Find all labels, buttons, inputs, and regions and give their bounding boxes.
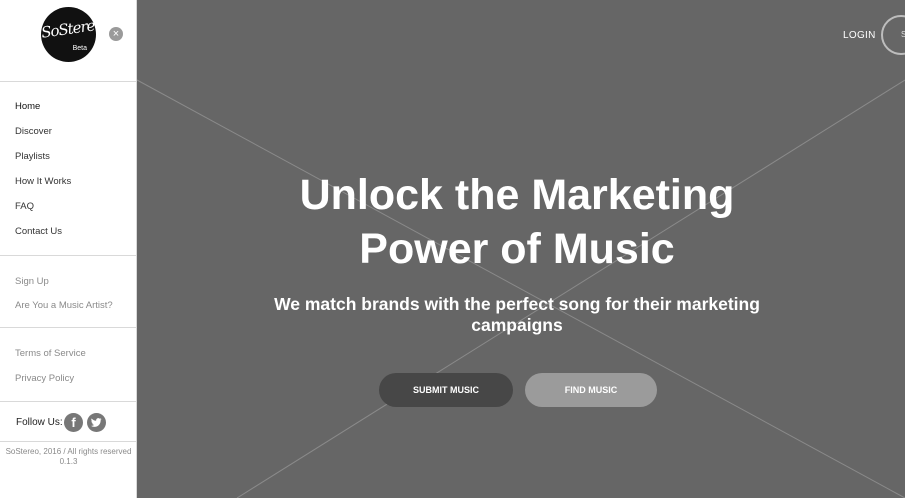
copyright-text: SoStereo, 2016 / All rights reserved: [5, 447, 132, 456]
hero-subtitle-line-2: campaigns: [471, 315, 563, 335]
nav-privacy[interactable]: Privacy Policy: [15, 373, 74, 384]
nav-music-artist[interactable]: Are You a Music Artist?: [15, 300, 113, 311]
sostereo-logo[interactable]: SoStereo Beta: [40, 7, 104, 62]
close-icon[interactable]: ×: [109, 27, 123, 41]
find-music-button[interactable]: FIND MUSIC: [525, 373, 657, 407]
hero-title-line-2: Power of Music: [359, 225, 675, 273]
nav-faq[interactable]: FAQ: [15, 201, 34, 212]
twitter-icon[interactable]: [87, 413, 106, 432]
follow-label: Follow Us:: [16, 417, 63, 428]
nav-contact-us[interactable]: Contact Us: [15, 226, 62, 237]
logo-text: SoStereo: [40, 15, 104, 42]
sidebar: SoStereo Beta × Home Discover Playlists …: [0, 0, 137, 498]
hero-title-line-1: Unlock the Marketing: [299, 171, 735, 219]
sidebar-footer: SoStereo, 2016 / All rights reserved 0.1…: [0, 447, 137, 467]
nav-playlists[interactable]: Playlists: [15, 151, 50, 162]
nav-how-it-works[interactable]: How It Works: [15, 176, 71, 187]
submit-music-button[interactable]: SUBMIT MUSIC: [379, 373, 513, 407]
logo-area: SoStereo Beta ×: [0, 0, 137, 82]
nav-terms[interactable]: Terms of Service: [15, 348, 86, 359]
hero-title: Unlock the Marketing Power of Music: [217, 168, 817, 276]
beta-badge: Beta: [72, 45, 87, 52]
hero-section: LOGIN S Unlock the Marketing Power of Mu…: [137, 0, 905, 498]
nav-discover[interactable]: Discover: [15, 126, 52, 137]
facebook-icon[interactable]: f: [64, 413, 83, 432]
hero-subtitle-line-1: We match brands with the perfect song fo…: [274, 294, 760, 314]
follow-us: Follow Us: f: [0, 402, 137, 442]
legal-nav: Terms of Service Privacy Policy: [0, 328, 137, 402]
version-text: 0.1.3: [59, 457, 78, 466]
login-link[interactable]: LOGIN: [843, 30, 876, 41]
nav-sign-up[interactable]: Sign Up: [15, 276, 49, 287]
primary-nav: Home Discover Playlists How It Works FAQ…: [0, 82, 137, 256]
hero-subtitle: We match brands with the perfect song fo…: [247, 294, 787, 336]
nav-home[interactable]: Home: [15, 101, 40, 112]
account-nav: Sign Up Are You a Music Artist?: [0, 256, 137, 328]
